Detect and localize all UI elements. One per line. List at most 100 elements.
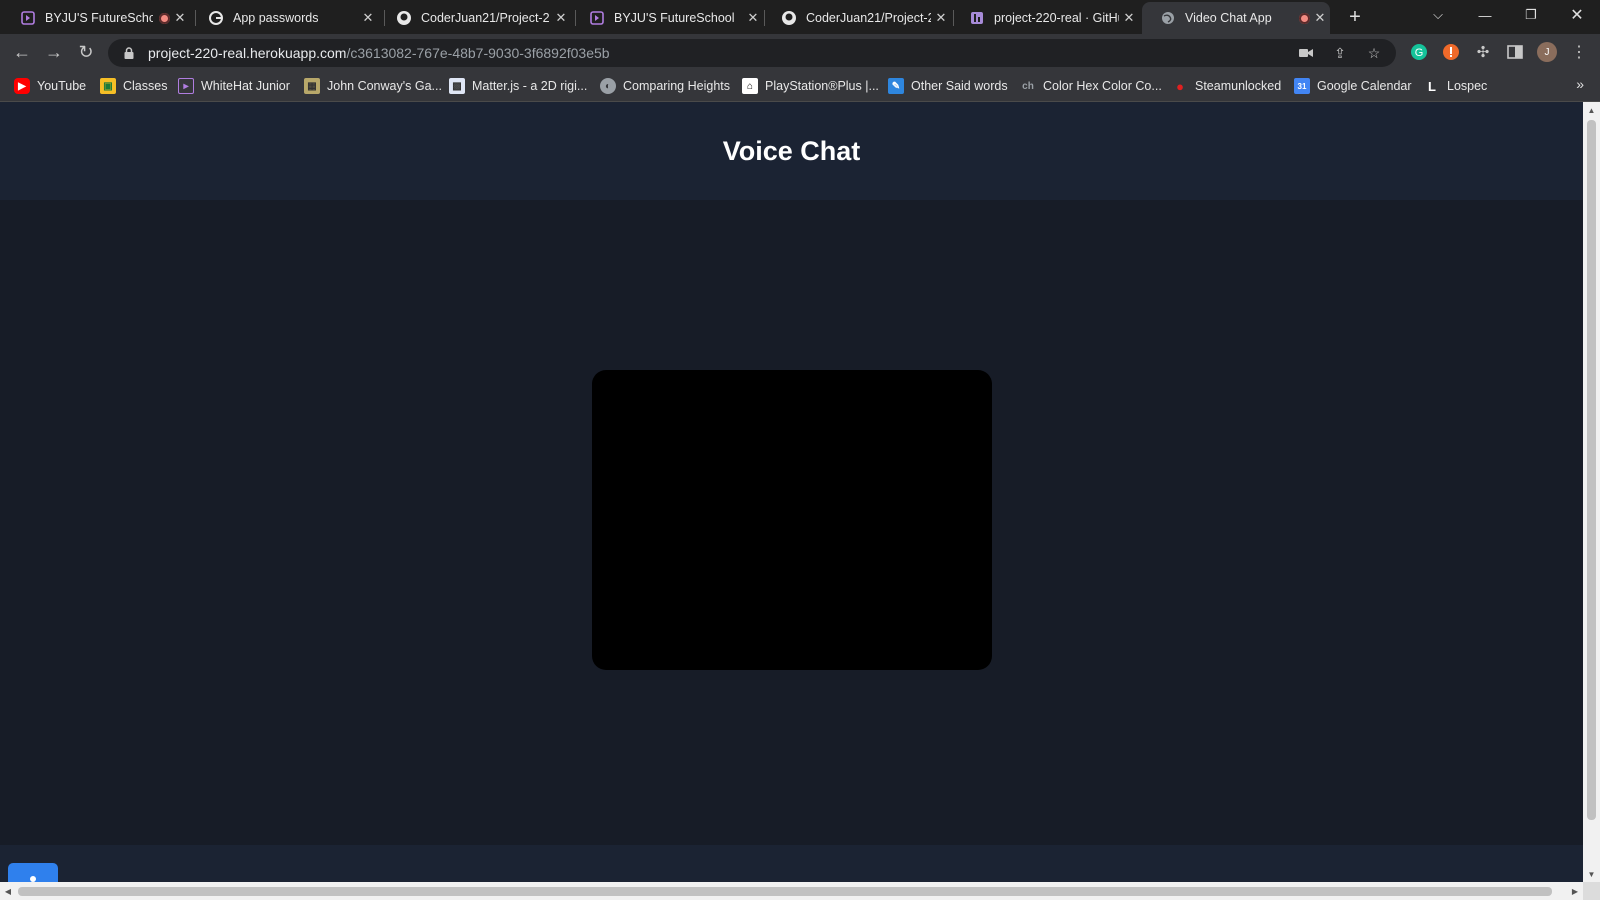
tab-strip: BYJU'S FutureSchoo ✕ App passwords ✕ Cod… xyxy=(0,0,1600,34)
tab-search-icon[interactable]: ⌵ xyxy=(1415,0,1461,30)
tab-title: BYJU'S FutureSchoo xyxy=(45,11,153,25)
bookmark-classes[interactable]: ▣ Classes xyxy=(100,77,167,95)
close-icon[interactable]: ✕ xyxy=(170,10,190,26)
tab-video-chat[interactable]: Video Chat App ✕ xyxy=(1142,2,1330,34)
said-icon: ✎ xyxy=(888,78,904,94)
colorhex-icon: ch xyxy=(1022,80,1034,92)
tab-heroku[interactable]: project-220-real · GitHu ✕ xyxy=(951,2,1139,34)
bookmark-heights[interactable]: ◐ Comparing Heights xyxy=(600,77,730,95)
life-icon: ▦ xyxy=(304,78,320,94)
bookmark-label: Matter.js - a 2D rigi... xyxy=(472,79,588,93)
heroku-icon xyxy=(969,10,985,26)
bookmark-label: Color Hex Color Co... xyxy=(1043,79,1162,93)
tab-github-1[interactable]: CoderJuan21/Project-2 ✕ xyxy=(378,2,571,34)
video-player[interactable] xyxy=(592,370,992,670)
scrollbar-thumb[interactable] xyxy=(1587,120,1596,820)
close-icon[interactable]: ✕ xyxy=(1310,10,1330,26)
whitehat-icon: ▸ xyxy=(178,78,194,94)
scroll-left-icon[interactable]: ◀ xyxy=(0,882,16,900)
bookmark-star-icon[interactable]: ☆ xyxy=(1364,43,1384,63)
bookmark-label: WhiteHat Junior xyxy=(201,79,290,93)
bookmark-label: Steamunlocked xyxy=(1195,79,1282,93)
bookmark-playstation[interactable]: ⌂ PlayStation®Plus |... xyxy=(742,77,879,95)
url-host: project-220-real.herokuapp.com xyxy=(148,45,347,61)
lock-icon[interactable] xyxy=(122,45,136,61)
calendar-icon: 31 xyxy=(1294,78,1310,94)
back-icon[interactable]: ← xyxy=(10,40,34,64)
bookmark-label: Classes xyxy=(123,79,168,93)
chevron-right-double-icon[interactable]: » xyxy=(1576,76,1584,92)
tab-title: BYJU'S FutureSchool xyxy=(614,11,735,25)
github-icon xyxy=(781,10,797,26)
bookmark-calendar[interactable]: 31 Google Calendar xyxy=(1294,77,1412,95)
forward-icon[interactable]: → xyxy=(42,40,66,64)
bookmark-whitehat[interactable]: ▸ WhiteHat Junior xyxy=(178,77,290,95)
new-tab-button[interactable]: + xyxy=(1344,6,1366,29)
avatar[interactable]: J xyxy=(1536,41,1558,63)
tab-byjus-1[interactable]: BYJU'S FutureSchoo ✕ xyxy=(2,2,190,34)
bookmark-label: Google Calendar xyxy=(1317,79,1412,93)
bookmark-steamunlocked[interactable]: ● Steamunlocked xyxy=(1172,77,1281,95)
playstation-icon: ⌂ xyxy=(742,78,758,94)
close-window-icon[interactable]: ✕ xyxy=(1554,0,1600,30)
close-icon[interactable]: ✕ xyxy=(931,10,951,26)
grammarly-icon[interactable]: G xyxy=(1408,41,1430,63)
bookmark-conway[interactable]: ▦ John Conway's Ga... xyxy=(304,77,442,95)
toggle-button[interactable] xyxy=(8,863,58,882)
camera-icon[interactable] xyxy=(1296,43,1316,63)
scroll-right-icon[interactable]: ▶ xyxy=(1567,882,1583,900)
tab-title: project-220-real · GitHu xyxy=(994,11,1119,25)
close-icon[interactable]: ✕ xyxy=(551,10,571,26)
side-panel-icon[interactable] xyxy=(1504,41,1526,63)
bookmark-label: Comparing Heights xyxy=(623,79,730,93)
address-bar[interactable]: project-220-real.herokuapp.com/c3613082-… xyxy=(108,39,1396,67)
youtube-icon: ▶ xyxy=(14,78,30,94)
vertical-scrollbar[interactable]: ▲ ▼ xyxy=(1583,102,1600,882)
extensions-puzzle-icon[interactable]: ✣ xyxy=(1472,41,1494,63)
tab-app-passwords[interactable]: App passwords ✕ xyxy=(190,2,378,34)
page-title: Voice Chat xyxy=(722,135,861,166)
tab-title: CoderJuan21/Project-2 xyxy=(806,11,931,25)
google-icon xyxy=(208,10,224,26)
byjus-icon xyxy=(20,10,36,26)
page-content: Voice Chat xyxy=(0,102,1583,882)
share-icon[interactable]: ⇪ xyxy=(1330,43,1350,63)
bookmark-colorhex[interactable]: ch Color Hex Color Co... xyxy=(1020,77,1162,95)
horizontal-scrollbar[interactable]: ◀ ▶ xyxy=(0,882,1583,900)
tab-github-2[interactable]: CoderJuan21/Project-2 ✕ xyxy=(763,2,951,34)
tab-title: Video Chat App xyxy=(1185,11,1272,25)
bookmark-matterjs[interactable]: ▩ Matter.js - a 2D rigi... xyxy=(449,77,587,95)
bookmark-youtube[interactable]: ▶ YouTube xyxy=(14,77,86,95)
close-icon[interactable]: ✕ xyxy=(743,10,763,26)
github-icon xyxy=(396,10,412,26)
tab-title: CoderJuan21/Project-2 xyxy=(421,11,550,25)
scroll-down-icon[interactable]: ▼ xyxy=(1583,866,1600,882)
bookmark-label: YouTube xyxy=(37,79,87,93)
bookmark-said-words[interactable]: ✎ Other Said words xyxy=(888,77,1008,95)
bookmark-lospec[interactable]: L Lospec xyxy=(1424,77,1487,95)
bookmark-label: Other Said words xyxy=(911,79,1008,93)
classroom-icon: ▣ xyxy=(100,78,116,94)
restore-icon[interactable]: ❐ xyxy=(1508,0,1554,30)
matterjs-icon: ▩ xyxy=(449,78,465,94)
steamunlocked-icon: ● xyxy=(1176,78,1184,94)
lospec-icon: L xyxy=(1428,78,1436,94)
tab-byjus-2[interactable]: BYJU'S FutureSchool ✕ xyxy=(571,2,763,34)
reload-icon[interactable]: ↻ xyxy=(74,40,98,64)
profile-initial: J xyxy=(1537,42,1557,62)
close-icon[interactable]: ✕ xyxy=(358,10,378,26)
bookmarks-bar: ▶ YouTube ▣ Classes ▸ WhiteHat Junior ▦ John… xyxy=(0,70,1600,102)
menu-kebab-icon[interactable]: ⋮ xyxy=(1568,41,1590,63)
byjus-icon xyxy=(589,10,605,26)
tab-title: App passwords xyxy=(233,11,319,25)
svg-text:G: G xyxy=(1415,47,1424,59)
scrollbar-thumb[interactable] xyxy=(18,887,1552,896)
url-text: project-220-real.herokuapp.com/c3613082-… xyxy=(148,45,610,61)
close-icon[interactable]: ✕ xyxy=(1119,10,1139,26)
bookmark-label: Lospec xyxy=(1447,79,1488,93)
minimize-icon[interactable]: — xyxy=(1462,0,1508,30)
url-path: /c3613082-767e-48b7-9030-3f6892f03e5b xyxy=(346,45,610,61)
app-header: Voice Chat xyxy=(0,102,1583,200)
scroll-up-icon[interactable]: ▲ xyxy=(1583,102,1600,118)
alert-extension-icon[interactable] xyxy=(1440,41,1462,63)
